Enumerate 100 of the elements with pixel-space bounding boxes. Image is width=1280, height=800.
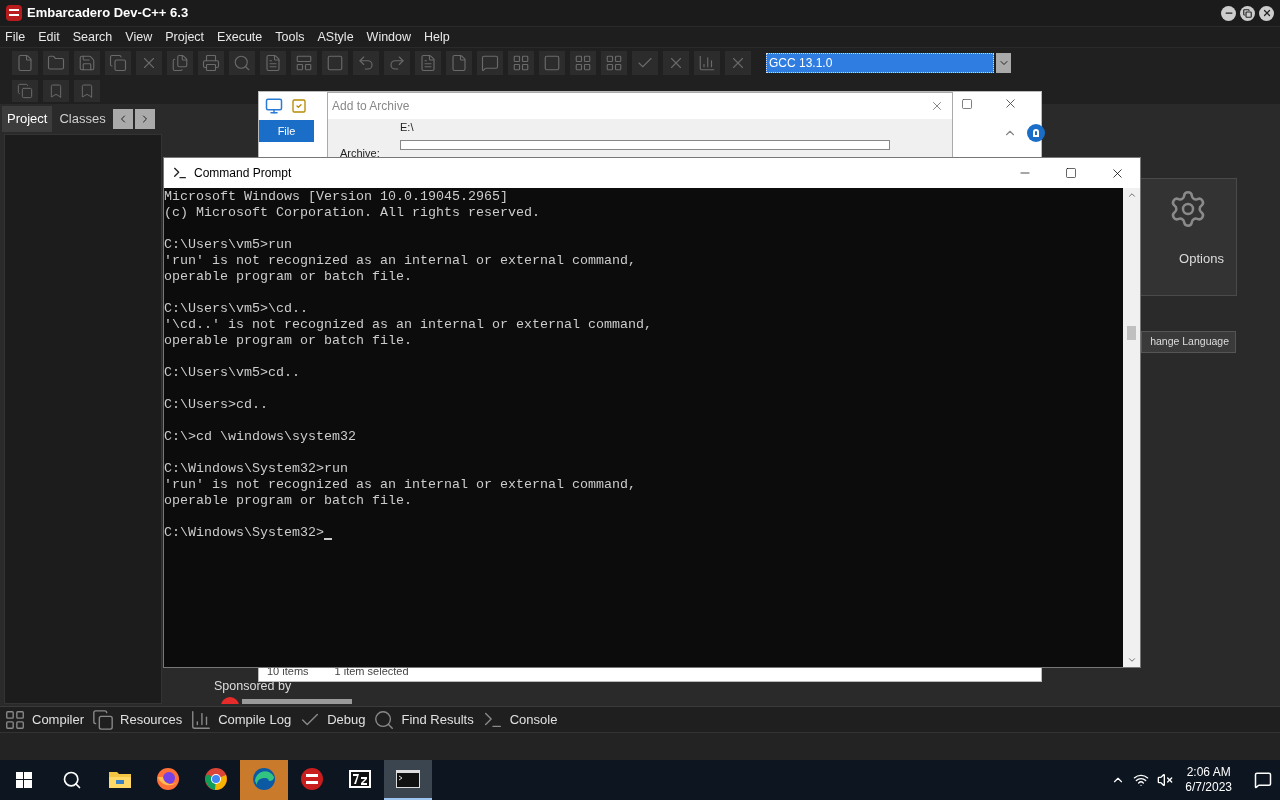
archive-name-field[interactable] <box>400 139 890 150</box>
menu-item[interactable]: Help <box>421 27 453 47</box>
archive-label: Archive: <box>340 146 381 161</box>
edge-icon <box>252 767 276 791</box>
menu-item[interactable]: View <box>122 27 156 47</box>
dropdown-button[interactable] <box>996 53 1011 73</box>
console-line: Microsoft Windows [Version 10.0.19045.2965] <box>164 189 508 205</box>
console-line: operable program or batch file. <box>164 333 412 349</box>
window-title: Embarcadero Dev-C++ 6.3 <box>27 4 189 23</box>
toolbar-icon[interactable] <box>16 54 34 72</box>
copy-icon <box>92 708 114 731</box>
console-line: 'run' is not recognized as an internal or external command, <box>164 477 636 493</box>
close-icon[interactable] <box>930 99 944 113</box>
toolbar-icon[interactable] <box>78 54 96 72</box>
toolbar-icon[interactable] <box>574 54 592 72</box>
checklist-icon <box>291 98 307 114</box>
terminal-icon <box>395 769 421 789</box>
console-line: C:\Windows\System32>run <box>164 461 348 477</box>
console-line: operable program or batch file. <box>164 269 412 285</box>
app-logo-icon <box>300 767 324 791</box>
window-title: Command Prompt <box>194 165 292 182</box>
toolbar-icon[interactable] <box>326 54 344 72</box>
console-line: C:\Users\vm5>\cd.. <box>164 301 308 317</box>
output-tab[interactable]: Resources <box>92 708 183 731</box>
toolbar-icon[interactable] <box>264 54 282 72</box>
network-icon[interactable] <box>1133 772 1150 788</box>
menu-item[interactable]: AStyle <box>314 27 357 47</box>
toolbar-icon[interactable] <box>698 54 716 72</box>
notification-icon[interactable] <box>1254 771 1272 789</box>
restore-button[interactable] <box>1240 5 1255 21</box>
windows-icon <box>16 772 32 788</box>
close-button[interactable] <box>1259 5 1274 21</box>
terminal-icon <box>172 165 188 181</box>
text-cursor <box>323 538 332 540</box>
toolbar-icon[interactable] <box>295 54 313 72</box>
search-icon <box>373 708 396 731</box>
muted-speaker-icon[interactable] <box>1157 772 1174 788</box>
output-tab[interactable]: Debug <box>299 708 366 731</box>
toolbar-icon[interactable] <box>79 83 95 99</box>
close-icon[interactable] <box>1003 96 1018 111</box>
change-language-button[interactable]: hange Language <box>1141 331 1236 353</box>
console-line: operable program or batch file. <box>164 493 412 509</box>
maximize-icon[interactable] <box>961 97 973 110</box>
maximize-icon <box>1065 167 1077 179</box>
panel-tab[interactable]: Project <box>2 106 53 132</box>
console-line: C:\Users\vm5>cd.. <box>164 365 300 381</box>
toolbar-icon[interactable] <box>17 83 33 99</box>
toolbar-icon[interactable] <box>481 54 499 72</box>
options-label: Options <box>1179 250 1224 268</box>
toolbar-icon[interactable] <box>357 54 375 72</box>
file-ribbon-tab[interactable]: File <box>259 120 314 142</box>
compiler-dropdown[interactable]: GCC 13.1.0 <box>766 53 994 73</box>
menu-item[interactable]: Project <box>162 27 208 47</box>
close-icon <box>1261 8 1272 18</box>
menu-item[interactable]: File <box>2 27 29 47</box>
scroll-down-icon[interactable] <box>1126 655 1137 665</box>
output-tab[interactable]: Find Results <box>373 708 474 731</box>
output-tab[interactable]: Console <box>481 708 558 731</box>
output-tab[interactable]: Compiler <box>4 708 84 731</box>
scroll-left-button[interactable] <box>112 109 133 129</box>
toolbar-icon[interactable] <box>48 83 64 99</box>
minimize-button[interactable] <box>1221 5 1236 21</box>
toolbar-icon[interactable] <box>47 54 65 72</box>
toolbar-icon[interactable] <box>605 54 623 72</box>
toolbar-icon[interactable] <box>512 54 530 72</box>
console-line: C:\>cd \windows\system32 <box>164 429 356 445</box>
scroll-up-icon[interactable] <box>1126 190 1137 200</box>
toolbar-icon[interactable] <box>543 54 561 72</box>
console-line: (c) Microsoft Corporation. All rights reserved. <box>164 205 540 221</box>
menu-item[interactable]: Search <box>69 27 116 47</box>
toolbar-icon[interactable] <box>171 54 189 72</box>
toolbar-icon[interactable] <box>388 54 406 72</box>
console-line: C:\Users>cd.. <box>164 397 268 413</box>
scroll-thumb[interactable] <box>1127 325 1136 340</box>
archive-path: E:\ <box>400 120 415 135</box>
clock[interactable]: 2:06 AM 6/7/2023 <box>1181 765 1236 795</box>
toolbar-icon[interactable] <box>233 54 251 72</box>
menu-item[interactable]: Edit <box>35 27 63 47</box>
restore-icon <box>1243 8 1252 18</box>
scroll-right-button[interactable] <box>134 109 155 129</box>
toolbar-icon[interactable] <box>109 54 127 72</box>
toolbar-icon[interactable] <box>450 54 468 72</box>
chrome-icon <box>204 767 228 791</box>
options-card[interactable]: Options <box>1138 178 1237 296</box>
archive-icon <box>348 769 372 789</box>
grid-icon <box>4 708 26 731</box>
menu-item[interactable]: Tools <box>272 27 308 47</box>
help-icon[interactable] <box>1027 124 1045 142</box>
menu-item[interactable]: Window <box>363 27 415 47</box>
toolbar-icon[interactable] <box>202 54 220 72</box>
toolbar-icon[interactable] <box>419 54 437 72</box>
bar-chart-icon <box>190 708 213 731</box>
output-tab[interactable]: Compile Log <box>190 708 292 731</box>
console-line: C:\Windows\System32> <box>164 525 324 541</box>
monitor-icon <box>265 97 283 115</box>
search-icon <box>62 770 82 790</box>
scrollbar[interactable] <box>1123 188 1140 667</box>
panel-tab[interactable]: Classes <box>54 106 111 132</box>
taskbar-app[interactable] <box>384 760 432 800</box>
menu-item[interactable]: Execute <box>214 27 266 47</box>
